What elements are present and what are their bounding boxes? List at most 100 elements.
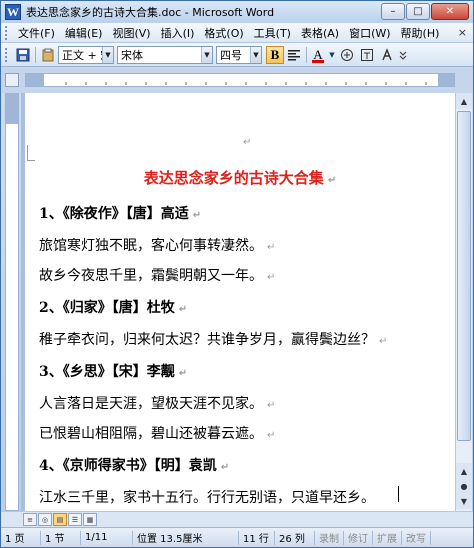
close-document-button[interactable]: × [458,26,467,39]
menu-format[interactable]: 格式(O) [199,25,248,41]
phonetic-icon[interactable] [337,45,357,65]
line-text: 江水三千里，家书十五行。行行无别语，只道早还乡。 [39,490,375,506]
poem-heading-4[interactable]: 4、《京师得家书》【明】袁凯 ↵ [39,455,229,475]
status-record[interactable]: 录制 [315,530,344,545]
minimize-button[interactable]: – [381,3,405,20]
style-combo[interactable]: 正文 + 宋体 ▼ [58,45,114,64]
chevron-down-icon[interactable]: ▼ [102,46,113,63]
formatting-toolbar: 正文 + 宋体 ▼ 宋体 ▼ 四号 ▼ B A ▼ [1,43,473,67]
font-color-icon[interactable]: A [309,45,327,65]
chevron-down-icon[interactable]: ▼ [250,46,261,63]
paragraph-mark: ↵ [267,242,276,253]
status-overtype[interactable]: 改写 [402,530,431,545]
next-page-icon[interactable]: ▼ [456,493,472,509]
line-text: 稚子牵衣问，归来何太迟？共谁争岁月，赢得鬓边丝？ [39,332,375,348]
menu-table[interactable]: 表格(A) [296,25,344,41]
title-bar[interactable]: W 表达思念家乡的古诗大合集.doc - Microsoft Word – □ … [1,1,473,23]
vertical-ruler[interactable] [5,93,19,511]
paste-icon[interactable] [38,45,58,65]
toolbar-options-icon[interactable] [397,45,409,65]
paragraph-mark: ↵ [327,175,337,186]
menu-tools[interactable]: 工具(T) [249,25,296,41]
normal-view-icon[interactable]: ≡ [23,513,37,526]
menubar-grip-icon[interactable] [5,25,9,40]
paragraph-mark: ↵ [267,430,276,441]
text-caret [398,486,399,502]
font-value: 宋体 [121,48,143,62]
status-column: 26 列 [275,530,315,545]
line-text: 已恨碧山相阻隔，碧山还被暮云遮。 [39,426,263,442]
chevron-down-icon[interactable]: ▼ [201,46,212,63]
paragraph-mark: ↵ [267,400,276,411]
outline-view-icon[interactable]: ☰ [68,513,82,526]
paragraph-mark: ↵ [243,137,252,148]
paragraph-mark: ↵ [192,210,202,221]
paragraph-mark: ↵ [178,368,188,379]
reading-view-icon[interactable]: ▦ [83,513,97,526]
menu-help[interactable]: 帮助(H) [396,25,445,41]
window-title: 表达思念家乡的古诗大合集.doc - Microsoft Word [26,6,275,19]
toolbar-separator [306,46,307,63]
align-left-icon[interactable] [284,45,304,65]
close-button[interactable]: ✕ [431,3,469,20]
status-line: 11 行 [239,530,275,545]
paragraph-mark: ↵ [220,462,230,473]
poem-line[interactable]: 人言落日是天涯，望极天涯不见家。 ↵ [39,393,275,413]
status-extend[interactable]: 扩展 [373,530,402,545]
enclosed-char-icon[interactable] [357,45,377,65]
word-window: W 表达思念家乡的古诗大合集.doc - Microsoft Word – □ … [0,0,474,548]
vertical-scrollbar[interactable]: ▲ ▲ ● ▼ [455,93,472,511]
horizontal-ruler[interactable] [25,73,455,87]
font-combo[interactable]: 宋体 ▼ [117,45,213,64]
poem-line[interactable]: 已恨碧山相阻隔，碧山还被暮云遮。 ↵ [39,423,275,443]
menu-bar: 文件(F) 编辑(E) 视图(V) 插入(I) 格式(O) 工具(T) 表格(A… [1,23,473,43]
status-page-of: 1/11 [81,530,133,545]
toolbar-grip-icon[interactable] [5,47,9,62]
poem-line[interactable]: 稚子牵衣问，归来何太迟？共谁争岁月，赢得鬓边丝？ ↵ [39,329,387,349]
poem-heading-2[interactable]: 2、《归家》【唐】杜牧 ↵ [39,297,187,317]
status-bar: 1 页 1 节 1/11 位置 13.5厘米 11 行 26 列 录制 修订 扩… [1,527,473,547]
char-shading-icon[interactable] [377,45,397,65]
save-icon[interactable] [13,45,33,65]
previous-page-icon[interactable]: ▲ [456,463,472,479]
font-size-combo[interactable]: 四号 ▼ [216,45,262,64]
menu-view[interactable]: 视图(V) [107,25,155,41]
chevron-down-icon[interactable]: ▼ [327,45,337,65]
horizontal-scroll-bar[interactable]: ≡ ◎ ▤ ☰ ▦ [1,511,473,527]
ruler-row [1,67,473,93]
status-page: 1 页 [1,530,41,545]
paragraph-mark: ↵ [267,272,276,283]
line-text: 4、《京师得家书》【明】袁凯 [39,458,217,474]
margin-corner-mark [27,145,35,161]
status-track-changes[interactable]: 修订 [344,530,373,545]
line-text: 故乡今夜思千里，霜鬓明朝又一年。 [39,268,263,284]
maximize-button[interactable]: □ [406,3,430,20]
menu-window[interactable]: 窗口(W) [344,25,395,41]
bold-button[interactable]: B [266,45,284,64]
status-position: 位置 13.5厘米 [133,530,239,545]
web-view-icon[interactable]: ◎ [38,513,52,526]
poem-line[interactable]: 故乡今夜思千里，霜鬓明朝又一年。 ↵ [39,265,275,285]
menu-edit[interactable]: 编辑(E) [60,25,108,41]
document-title[interactable]: 表达思念家乡的古诗大合集 ↵ [25,167,455,188]
tab-selector[interactable] [5,73,19,87]
poem-heading-3[interactable]: 3、《乡思》【宋】李觏 ↵ [39,361,187,381]
document-area[interactable]: ↵ 表达思念家乡的古诗大合集 ↵ 1、《除夜作》【唐】高适 ↵ 旅馆寒灯独不眠，客心… [21,93,455,511]
browse-object-icon[interactable]: ● [456,478,472,494]
document-page[interactable]: ↵ 表达思念家乡的古诗大合集 ↵ 1、《除夜作》【唐】高适 ↵ 旅馆寒灯独不眠，客心… [25,93,455,511]
view-buttons: ≡ ◎ ▤ ☰ ▦ [23,513,97,526]
poem-line[interactable]: 旅馆寒灯独不眠，客心何事转凄然。 ↵ [39,235,275,255]
poem-heading-1[interactable]: 1、《除夜作》【唐】高适 ↵ [39,203,201,223]
scroll-up-icon[interactable]: ▲ [456,93,472,109]
paragraph-mark: ↵ [178,304,188,315]
menu-insert[interactable]: 插入(I) [156,25,200,41]
paragraph-mark: ↵ [379,336,388,347]
word-app-icon[interactable]: W [5,4,21,20]
menu-file[interactable]: 文件(F) [13,25,60,41]
poem-line[interactable]: 江水三千里，家书十五行。行行无别语，只道早还乡。 [39,487,375,507]
scrollbar-thumb[interactable] [457,111,471,441]
document-title-text: 表达思念家乡的古诗大合集 [143,169,324,187]
line-text: 人言落日是天涯，望极天涯不见家。 [39,396,263,412]
print-view-icon[interactable]: ▤ [53,513,67,526]
font-size-value: 四号 [220,48,242,62]
